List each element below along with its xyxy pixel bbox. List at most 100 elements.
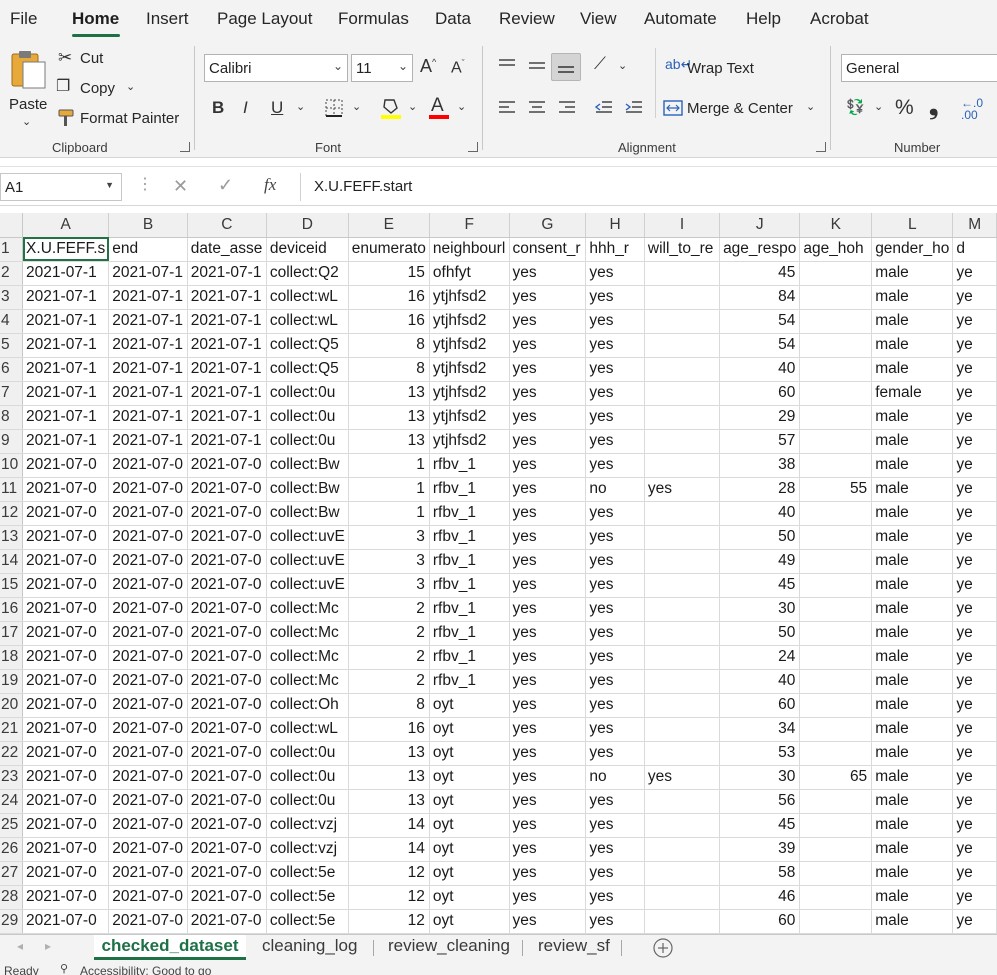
cell[interactable]: yes (585, 357, 645, 382)
row-header[interactable]: 11 (0, 477, 24, 502)
cell[interactable] (799, 405, 873, 430)
cell[interactable]: rfbv_1 (429, 453, 510, 478)
cell[interactable] (644, 909, 721, 934)
bold-icon[interactable]: B (212, 99, 224, 116)
cell[interactable]: ye (952, 525, 997, 550)
align-top-icon[interactable] (497, 58, 517, 74)
cell[interactable]: ye (952, 621, 997, 646)
cell[interactable]: male (871, 741, 954, 766)
chevron-down-icon[interactable]: ⌄ (408, 102, 417, 113)
scroll-left-icon[interactable]: ◂ (17, 940, 23, 952)
insert-function-icon[interactable]: fx (264, 176, 276, 193)
cell[interactable] (644, 501, 721, 526)
row-header[interactable]: 26 (0, 837, 24, 862)
cell[interactable]: 2021-07-0 (108, 885, 188, 910)
cell[interactable]: 2021-07-0 (187, 645, 267, 670)
row-header[interactable]: 16 (0, 597, 24, 622)
row-header[interactable]: 14 (0, 549, 24, 574)
cell[interactable]: 84 (719, 285, 801, 310)
sheet-tab-cleaning-log[interactable]: cleaning_log (262, 935, 357, 960)
cell[interactable] (799, 741, 873, 766)
cell[interactable]: yes (585, 501, 645, 526)
column-header-e[interactable]: E (348, 213, 430, 238)
cell[interactable]: yes (585, 741, 645, 766)
cell[interactable]: 50 (719, 525, 801, 550)
cell[interactable]: collect:5e (266, 885, 349, 910)
cell[interactable] (799, 309, 873, 334)
cell[interactable] (644, 453, 721, 478)
cell[interactable]: ofhfyt (429, 261, 510, 286)
cell[interactable]: 2021-07-0 (108, 861, 188, 886)
cell[interactable]: 49 (719, 549, 801, 574)
cell[interactable]: male (871, 837, 954, 862)
cell[interactable]: ytjhfsd2 (429, 429, 510, 454)
cell[interactable]: rfbv_1 (429, 669, 510, 694)
cell[interactable]: collect:Q5 (266, 357, 349, 382)
row-header[interactable]: 1 (0, 237, 24, 262)
cell[interactable]: 2021-07-0 (187, 525, 267, 550)
cell[interactable]: ye (952, 885, 997, 910)
formula-input[interactable]: X.U.FEFF.start (300, 173, 997, 201)
cell[interactable]: 2021-07-0 (187, 621, 267, 646)
cell[interactable]: 2021-07-1 (22, 381, 110, 406)
cell[interactable]: 2021-07-1 (187, 381, 267, 406)
cell[interactable]: 2021-07-1 (187, 405, 267, 430)
cell[interactable]: 2021-07-0 (108, 813, 188, 838)
cell[interactable] (644, 789, 721, 814)
cell[interactable]: 57 (719, 429, 801, 454)
cell[interactable]: 24 (719, 645, 801, 670)
cell[interactable] (799, 285, 873, 310)
cell[interactable]: oyt (429, 837, 510, 862)
cell[interactable]: male (871, 501, 954, 526)
cell[interactable] (799, 573, 873, 598)
cell[interactable]: male (871, 477, 954, 502)
cell[interactable]: yes (585, 429, 645, 454)
cell[interactable]: ye (952, 765, 997, 790)
cell[interactable]: 3 (348, 525, 430, 550)
column-header-h[interactable]: H (585, 213, 645, 238)
cell[interactable]: yes (585, 261, 645, 286)
cancel-icon[interactable]: ✕ (173, 177, 188, 195)
cell[interactable]: 2021-07-0 (22, 717, 110, 742)
cell[interactable]: collect:Mc (266, 669, 349, 694)
clipboard-launcher-icon[interactable] (180, 142, 190, 152)
comma-style-icon[interactable]: ❟ (929, 95, 938, 119)
cell[interactable]: 2021-07-0 (22, 885, 110, 910)
cell[interactable]: yes (585, 837, 645, 862)
sheet-tab-review-sf[interactable]: review_sf (538, 935, 610, 960)
cell[interactable] (644, 405, 721, 430)
cell[interactable]: collect:0u (266, 405, 349, 430)
chevron-down-icon[interactable]: ⌄ (806, 102, 815, 113)
cell[interactable]: collect:wL (266, 285, 349, 310)
tab-help[interactable]: Help (746, 9, 781, 29)
name-box[interactable]: A1 ▼ (0, 173, 122, 201)
cell[interactable]: 2021-07-0 (108, 477, 188, 502)
cell[interactable]: male (871, 525, 954, 550)
cell[interactable]: end (108, 237, 188, 262)
cell[interactable]: male (871, 333, 954, 358)
cell[interactable]: 1 (348, 453, 430, 478)
cell[interactable]: 34 (719, 717, 801, 742)
cell[interactable]: 2021-07-1 (22, 309, 110, 334)
cell[interactable]: 2021-07-1 (108, 405, 188, 430)
tab-automate[interactable]: Automate (644, 9, 717, 29)
cell[interactable]: 2021-07-0 (108, 573, 188, 598)
column-header-i[interactable]: I (644, 213, 721, 238)
cell[interactable]: ye (952, 789, 997, 814)
cell[interactable]: collect:Bw (266, 477, 349, 502)
cell[interactable]: yes (509, 285, 587, 310)
cell[interactable]: 2021-07-0 (187, 597, 267, 622)
cell[interactable]: male (871, 261, 954, 286)
cell[interactable]: 46 (719, 885, 801, 910)
cell[interactable]: 2021-07-0 (108, 621, 188, 646)
cell[interactable]: ye (952, 837, 997, 862)
row-header[interactable]: 4 (0, 309, 24, 334)
cell[interactable]: collect:5e (266, 909, 349, 934)
cell[interactable]: 40 (719, 357, 801, 382)
cell[interactable]: yes (585, 669, 645, 694)
cell[interactable]: 2021-07-1 (108, 429, 188, 454)
align-center-icon[interactable] (527, 99, 547, 117)
row-header[interactable]: 28 (0, 885, 24, 910)
cell[interactable]: 2021-07-1 (108, 357, 188, 382)
row-header[interactable]: 12 (0, 501, 24, 526)
